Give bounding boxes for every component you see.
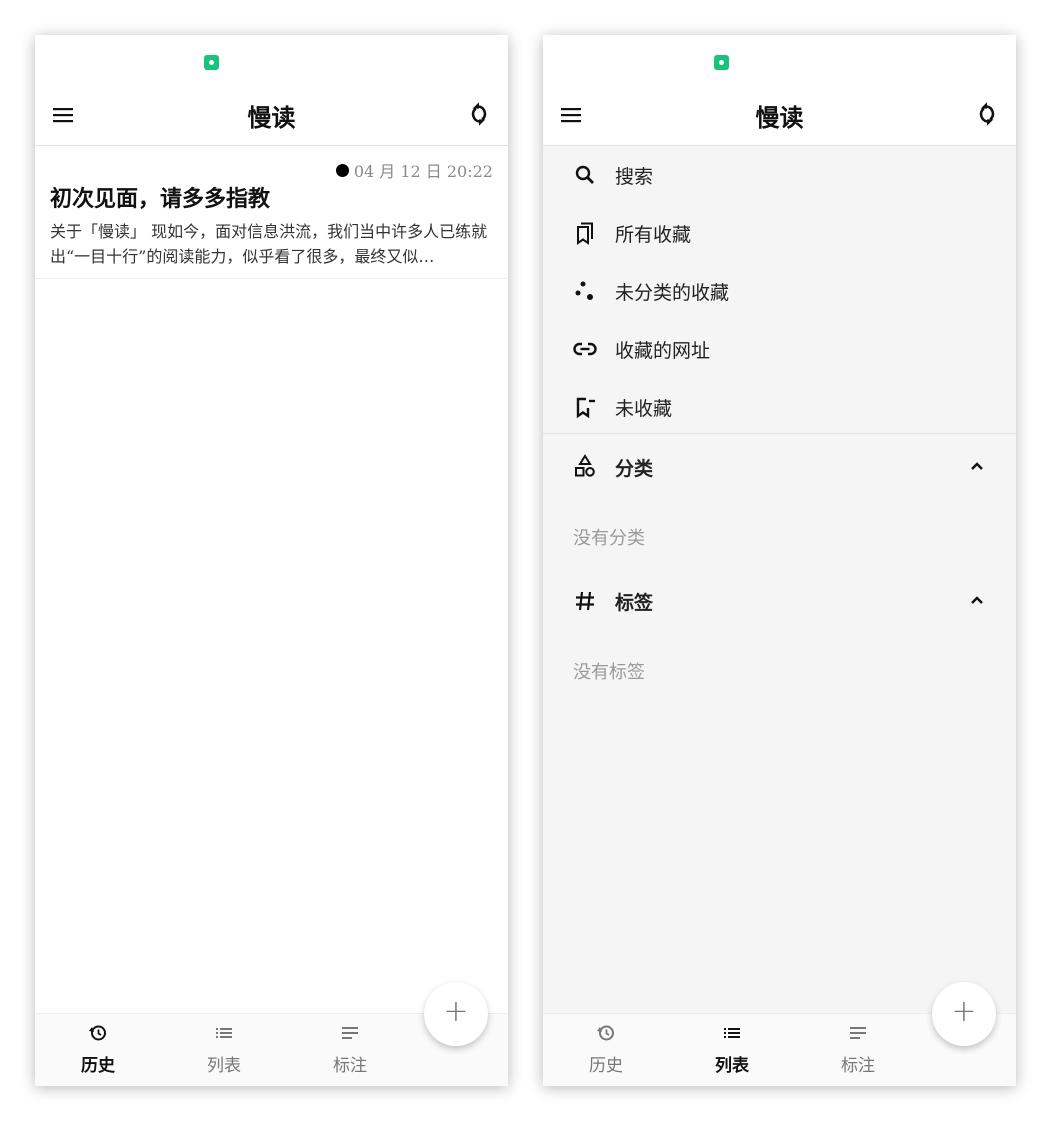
article-card[interactable]: 04 月 12 日 20:22 初次见面，请多多指教 关于「慢读」 现如今，面对… <box>35 146 508 279</box>
list-icon <box>216 1028 232 1038</box>
drawer-item-search[interactable]: 搜索 <box>543 146 1016 204</box>
article-time: 04 月 12 日 20:22 <box>353 162 493 181</box>
right-screen: 慢读 搜索 所有收藏 未分类的收藏 收藏的网址 未收藏 分类 没有分类 标签 没… <box>543 35 1016 1086</box>
tab-notes[interactable]: 标注 <box>287 1014 413 1086</box>
tab-notes-label: 标注 <box>333 1056 367 1076</box>
sync-icon[interactable] <box>466 99 492 129</box>
scatter-dots-icon <box>575 281 593 300</box>
page-title: 慢读 <box>755 103 804 132</box>
unread-dot-icon <box>335 163 349 177</box>
tab-notes-label: 标注 <box>841 1056 875 1076</box>
drawer-item-label: 未分类的收藏 <box>615 282 730 304</box>
tab-list[interactable]: 列表 <box>669 1014 795 1086</box>
tab-history[interactable]: 历史 <box>543 1014 669 1086</box>
app-bar: 慢读 <box>35 85 508 146</box>
article-excerpt: 关于「慢读」 现如今，面对信息洪流，我们当中许多人已练就出“一目十行”的阅读能力… <box>50 222 488 266</box>
categories-label: 分类 <box>615 458 654 480</box>
tab-notes[interactable]: 标注 <box>795 1014 921 1086</box>
drawer-item-label: 未收藏 <box>615 398 673 420</box>
drawer-item-not-bookmarked[interactable]: 未收藏 <box>543 378 1016 436</box>
drawer-item-all-bookmarks[interactable]: 所有收藏 <box>543 204 1016 262</box>
tab-history-label: 历史 <box>589 1056 623 1076</box>
notes-icon <box>342 1027 358 1039</box>
app-bar: 慢读 <box>543 85 1016 146</box>
tags-header[interactable]: 标签 <box>543 574 1016 630</box>
chevron-up-icon[interactable] <box>968 591 986 609</box>
left-screen: 慢读 04 月 12 日 20:22 初次见面，请多多指教 关于「慢读」 现如今… <box>35 35 508 1086</box>
tags-label: 标签 <box>615 592 654 614</box>
drawer-item-label: 所有收藏 <box>615 224 692 246</box>
tab-history[interactable]: 历史 <box>35 1014 161 1086</box>
add-button[interactable]: + <box>932 982 996 1046</box>
drawer-divider <box>543 433 1016 434</box>
tab-history-label: 历史 <box>81 1056 115 1076</box>
hash-icon <box>576 591 594 611</box>
history-icon <box>597 1025 614 1041</box>
article-title: 初次见面，请多多指教 <box>50 186 271 212</box>
tab-list-label: 列表 <box>715 1056 749 1076</box>
page-title: 慢读 <box>247 103 296 132</box>
navigation-drawer: 搜索 所有收藏 未分类的收藏 收藏的网址 未收藏 分类 没有分类 标签 没有标签 <box>543 146 1016 1014</box>
notification-app-icon <box>714 55 729 70</box>
tab-list[interactable]: 列表 <box>161 1014 287 1086</box>
categories-empty-text: 没有分类 <box>573 528 645 549</box>
notes-icon <box>850 1027 866 1039</box>
drawer-item-label: 搜索 <box>615 166 654 188</box>
list-icon <box>724 1028 740 1038</box>
shapes-icon <box>575 454 595 477</box>
chevron-up-icon[interactable] <box>968 457 986 475</box>
sync-icon[interactable] <box>974 99 1000 129</box>
search-icon <box>575 165 594 184</box>
categories-header[interactable]: 分类 <box>543 440 1016 496</box>
drawer-item-label: 收藏的网址 <box>615 340 711 362</box>
bookmark-remove-icon <box>576 397 595 419</box>
add-button[interactable]: + <box>424 982 488 1046</box>
tags-empty-text: 没有标签 <box>573 662 645 683</box>
plus-icon: + <box>951 994 977 1029</box>
notification-app-icon <box>204 55 219 70</box>
article-meta: 04 月 12 日 20:22 <box>335 158 493 182</box>
bookmark-icon <box>577 222 593 245</box>
tab-list-label: 列表 <box>207 1056 241 1076</box>
link-icon <box>573 342 597 356</box>
history-icon <box>89 1025 106 1041</box>
plus-icon: + <box>443 994 469 1029</box>
drawer-item-uncategorized[interactable]: 未分类的收藏 <box>543 262 1016 320</box>
drawer-item-bookmarked-urls[interactable]: 收藏的网址 <box>543 320 1016 378</box>
